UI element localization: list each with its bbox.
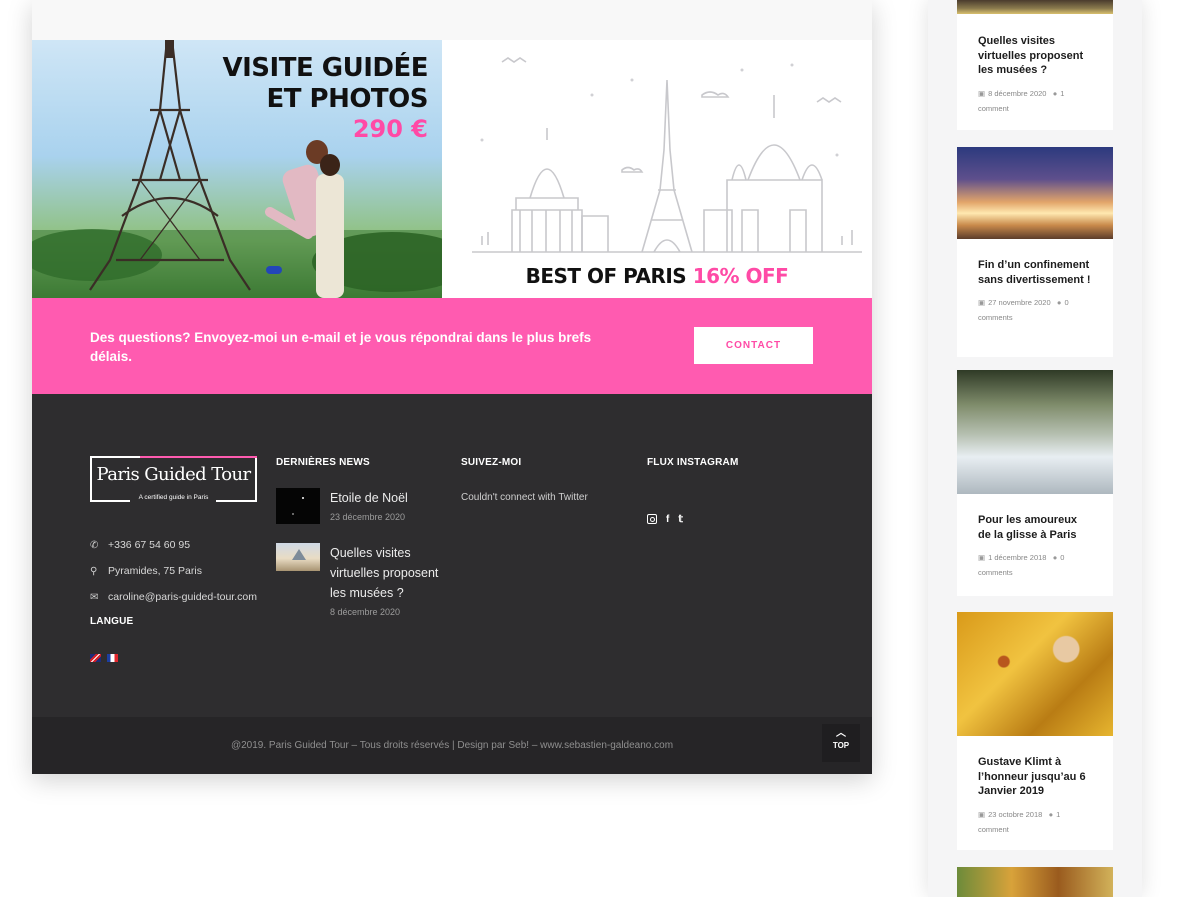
comment-icon: ● xyxy=(1052,88,1058,98)
blog-card[interactable]: Pour les amoureux de la glisse à Paris ▣… xyxy=(957,370,1113,596)
comment-icon: ● xyxy=(1048,809,1054,819)
blog-card-title[interactable]: Quelles visites virtuelles proposent les… xyxy=(978,34,1092,78)
blog-card[interactable]: Gustave Klimt à l’honneur jusqu’au 6 Jan… xyxy=(957,612,1113,850)
logo-subtitle: A certified guide in Paris xyxy=(138,494,209,501)
website-preview: VISITE GUIDÉE ET PHOTOS 290 € BEST OF PA… xyxy=(32,0,872,774)
promo-main-text: BEST OF PARIS xyxy=(525,264,693,288)
blog-card-meta: ▣ 27 novembre 2020 ● 0 comments xyxy=(978,295,1092,325)
flag-fr-icon[interactable] xyxy=(107,654,118,662)
twitter-error-message: Couldn't connect with Twitter xyxy=(461,492,588,503)
news-thumbnail[interactable] xyxy=(276,543,320,571)
blog-card-title[interactable]: Gustave Klimt à l’honneur jusqu’au 6 Jan… xyxy=(978,755,1092,799)
top-label: TOP xyxy=(832,741,850,750)
blog-card[interactable]: Quelles visites virtuelles proposent les… xyxy=(957,0,1113,130)
blog-card-image[interactable] xyxy=(957,370,1113,494)
paris-skyline-illustration xyxy=(472,57,862,253)
news-title-link[interactable]: Etoile de Noël xyxy=(330,488,448,508)
phone-icon: ✆ xyxy=(90,539,99,551)
blog-card-image[interactable] xyxy=(957,147,1113,239)
guided-tour-banner[interactable]: VISITE GUIDÉE ET PHOTOS 290 € xyxy=(32,40,442,298)
news-date: 8 décembre 2020 xyxy=(330,607,401,617)
blog-card[interactable]: Fin d’un confinement sans divertissement… xyxy=(957,147,1113,357)
blog-card-meta: ▣ 8 décembre 2020 ● 1 comment xyxy=(978,86,1092,116)
news-title-link[interactable]: Quelles visites virtuelles proposent les… xyxy=(330,543,448,603)
blog-card-date: 8 décembre 2020 xyxy=(988,88,1047,98)
calendar-icon: ▣ xyxy=(978,88,986,98)
blog-card-title[interactable]: Fin d’un confinement sans divertissement… xyxy=(978,258,1092,287)
news-title: DERNIÈRES NEWS xyxy=(276,457,370,468)
banner-price: 290 € xyxy=(352,115,428,143)
flag-uk-icon[interactable] xyxy=(90,654,101,662)
best-of-paris-banner[interactable]: BEST OF PARIS 16% OFF xyxy=(442,40,872,298)
blog-card-image[interactable] xyxy=(957,0,1113,14)
instagram-title: FLUX INSTAGRAM xyxy=(647,457,739,468)
banner-title: VISITE GUIDÉE ET PHOTOS xyxy=(222,53,429,115)
phone-row[interactable]: ✆ +336 67 54 60 95 xyxy=(90,532,257,558)
promo-text: BEST OF PARIS 16% OFF xyxy=(442,264,872,288)
calendar-icon: ▣ xyxy=(978,298,986,308)
copyright-text: @2019. Paris Guided Tour – Tous droits r… xyxy=(230,740,674,751)
language-switcher xyxy=(90,654,118,662)
site-footer: Paris Guided Tour A certified guide in P… xyxy=(32,394,872,717)
map-pin-icon: ⚲ xyxy=(90,565,98,577)
blog-card-title[interactable]: Pour les amoureux de la glisse à Paris xyxy=(978,513,1092,542)
instagram-icon[interactable] xyxy=(647,514,657,524)
blog-card-image[interactable] xyxy=(957,612,1113,736)
banner-title-line-1: VISITE GUIDÉE xyxy=(222,53,429,83)
logo-title: Paris Guided Tour xyxy=(96,464,252,485)
email-address: caroline@paris-guided-tour.com xyxy=(108,591,257,603)
blog-card-date: 1 décembre 2018 xyxy=(988,553,1047,563)
social-links: f 𝕥 xyxy=(647,514,683,525)
news-date: 23 décembre 2020 xyxy=(330,512,406,522)
contact-prompt: Des questions? Envoyez-moi un e-mail et … xyxy=(90,330,592,364)
contact-button[interactable]: CONTACT xyxy=(694,327,813,364)
blog-card-date: 23 octobre 2018 xyxy=(988,809,1043,819)
promo-discount: 16% OFF xyxy=(692,264,789,288)
blog-card-meta: ▣ 23 octobre 2018 ● 1 comment xyxy=(978,807,1092,837)
blog-card-image[interactable] xyxy=(957,867,1113,897)
blog-card-date: 27 novembre 2020 xyxy=(988,298,1051,308)
follow-title: SUIVEZ-MOI xyxy=(461,457,522,468)
header-strip xyxy=(32,0,872,40)
address-row: ⚲ Pyramides, 75 Paris xyxy=(90,558,257,584)
envelope-icon: ✉ xyxy=(90,591,99,603)
copyright-bar: @2019. Paris Guided Tour – Tous droits r… xyxy=(32,717,872,774)
calendar-icon: ▣ xyxy=(978,809,986,819)
contact-info: ✆ +336 67 54 60 95 ⚲ Pyramides, 75 Paris… xyxy=(90,532,257,610)
facebook-icon[interactable]: f xyxy=(666,514,669,525)
couple-photo xyxy=(260,140,350,298)
footer-logo[interactable]: Paris Guided Tour A certified guide in P… xyxy=(90,456,257,502)
email-row[interactable]: ✉ caroline@paris-guided-tour.com xyxy=(90,584,257,610)
blog-card[interactable] xyxy=(957,867,1113,897)
news-item[interactable]: Quelles visites virtuelles proposent les… xyxy=(276,543,448,617)
phone-number: +336 67 54 60 95 xyxy=(108,539,191,551)
banner-title-line-2: ET PHOTOS xyxy=(266,84,428,114)
contact-band: Des questions? Envoyez-moi un e-mail et … xyxy=(32,298,872,394)
comment-icon: ● xyxy=(1052,553,1058,563)
address-text: Pyramides, 75 Paris xyxy=(108,565,202,577)
comment-icon: ● xyxy=(1056,298,1062,308)
back-to-top-button[interactable]: ︿ TOP xyxy=(822,724,860,762)
blog-column: Quelles visites virtuelles proposent les… xyxy=(928,0,1142,897)
langue-title: LANGUE xyxy=(90,616,134,627)
calendar-icon: ▣ xyxy=(978,553,986,563)
chevron-up-icon: ︿ xyxy=(836,728,846,739)
news-item[interactable]: Etoile de Noël 23 décembre 2020 xyxy=(276,488,448,524)
news-thumbnail[interactable] xyxy=(276,488,320,524)
blog-card-meta: ▣ 1 décembre 2018 ● 0 comments xyxy=(978,550,1092,580)
twitter-icon[interactable]: 𝕥 xyxy=(678,514,683,525)
